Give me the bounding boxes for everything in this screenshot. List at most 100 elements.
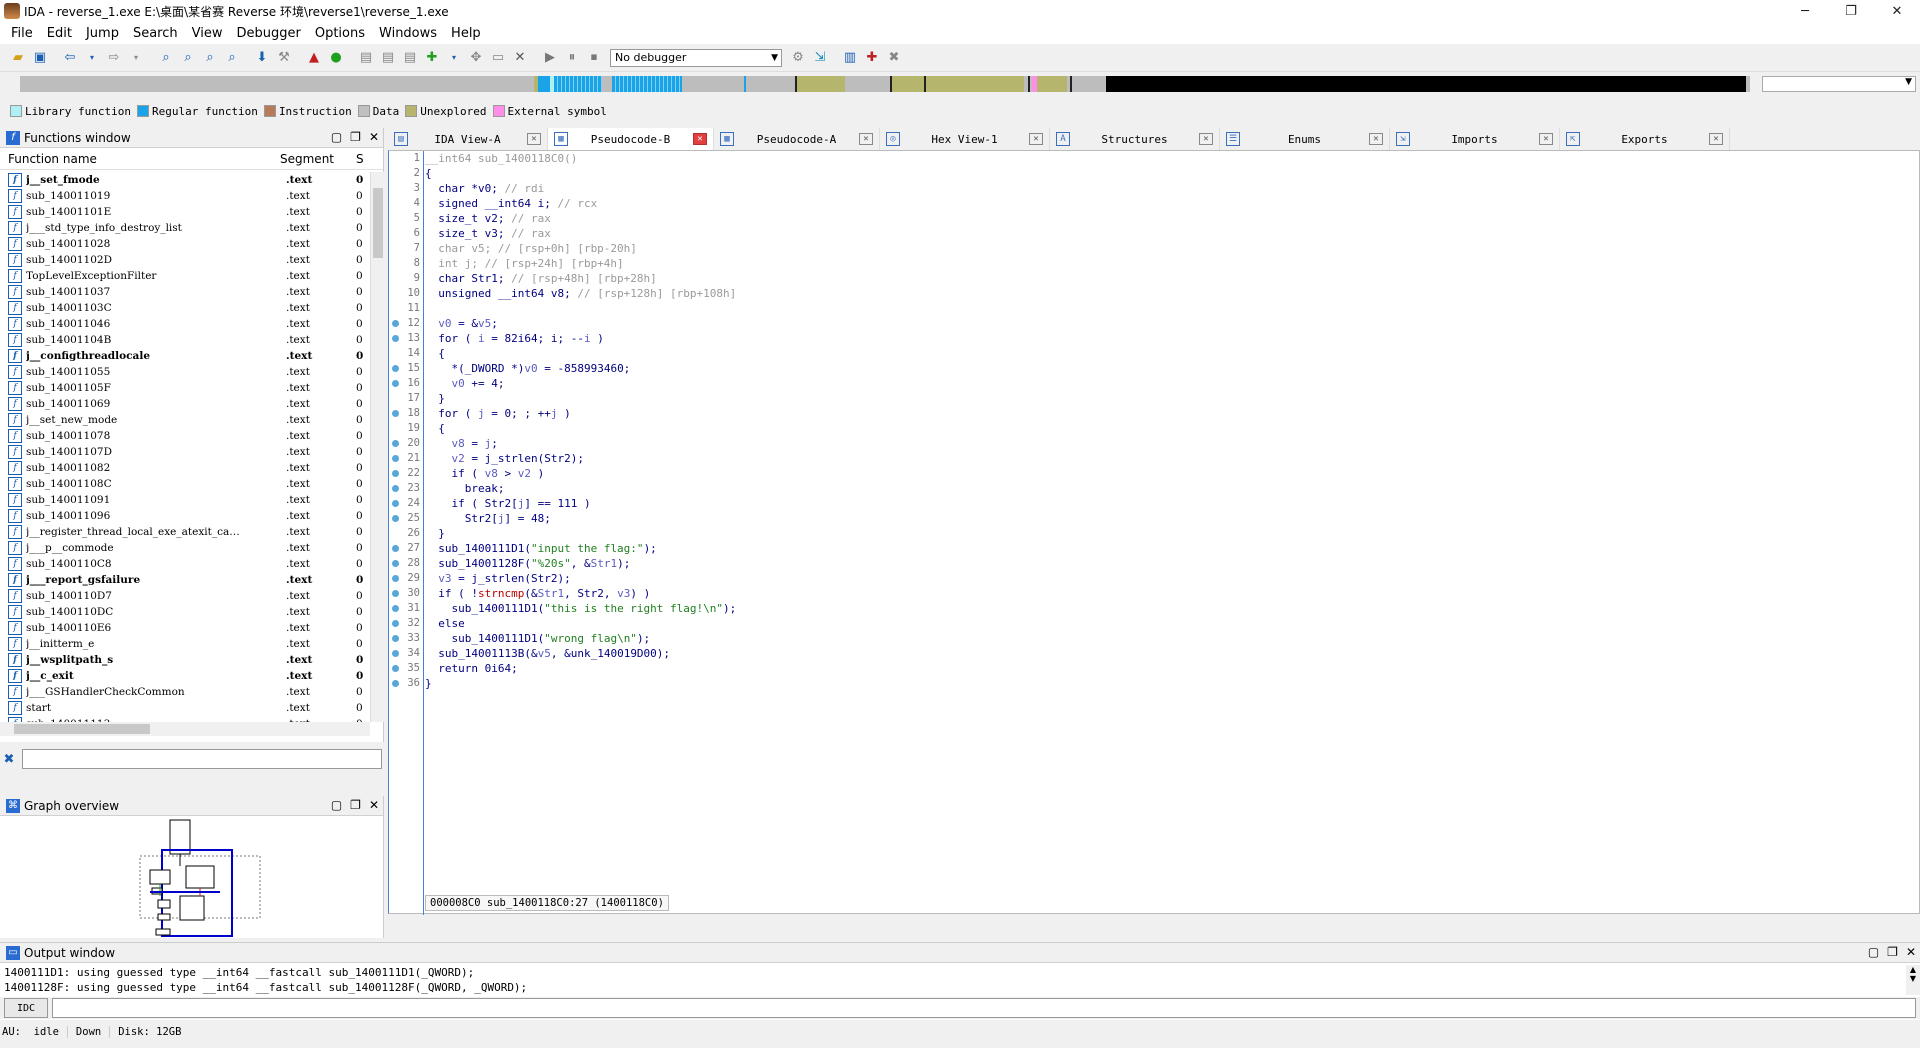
scrollbar-thumb[interactable] [373,188,383,258]
function-row[interactable]: f sub_14001107D .text 0 [0,444,370,460]
menu-file[interactable]: File [4,26,40,41]
code-line[interactable]: sub_14001128F("%20s", &Str1); [425,556,1905,571]
breakpoint-dot-icon[interactable] [392,365,399,372]
start-process-icon[interactable]: ▶ [540,48,560,68]
debug-tool-2-icon[interactable]: ⇲ [810,48,830,68]
functions-vertical-scrollbar[interactable] [370,172,384,722]
code-line[interactable]: { [425,346,1905,361]
function-row[interactable]: f sub_140011069 .text 0 [0,396,370,412]
code-line[interactable]: v8 = j; [425,436,1905,451]
debug-tool-1-icon[interactable]: ⚙ [788,48,808,68]
menu-debugger[interactable]: Debugger [229,26,307,41]
tool-4-icon[interactable]: ✚ [422,48,442,68]
function-row[interactable]: f sub_140011046 .text 0 [0,316,370,332]
code-line[interactable]: return 0i64; [425,661,1905,676]
tool-1-icon[interactable]: ▤ [356,48,376,68]
graph-icon[interactable]: ▲ [304,48,324,68]
tab-close-icon[interactable]: ✕ [1199,133,1213,145]
menu-jump[interactable]: Jump [79,26,126,41]
function-row[interactable]: f sub_14001104B .text 0 [0,332,370,348]
breakpoint-dot-icon[interactable] [392,620,399,627]
function-row[interactable]: f j__register_thread_local_exe_atexit_ca…… [0,524,370,540]
code-line[interactable]: char v5; // [rsp+0h] [rbp-20h] [425,241,1905,256]
code-line[interactable]: sub_14001113B(&v5, &unk_140019D00); [425,646,1905,661]
navigation-band[interactable] [20,76,1750,92]
code-line[interactable]: v3 = j_strlen(Str2); [425,571,1905,586]
function-row[interactable]: f sub_14001102D .text 0 [0,252,370,268]
code-line[interactable]: *(_DWORD *)v0 = -858993460; [425,361,1905,376]
patch-icon[interactable]: ⚒ [274,48,294,68]
code-line[interactable]: { [425,421,1905,436]
breakpoint-dot-icon[interactable] [392,575,399,582]
function-row[interactable]: f TopLevelExceptionFilter .text 0 [0,268,370,284]
functions-horizontal-scrollbar[interactable] [0,722,370,736]
menu-search[interactable]: Search [126,26,185,41]
panel-float-icon[interactable]: ❐ [1887,945,1898,959]
function-row[interactable]: f sub_140011019 .text 0 [0,188,370,204]
panel-close-icon[interactable]: ✕ [369,130,379,144]
tab-hex-view-1[interactable]: ◎ Hex View-1 ✕ [880,128,1050,150]
tab-exports[interactable]: ⇱ Exports ✕ [1560,128,1730,150]
tab-close-icon[interactable]: ✕ [527,133,541,145]
delete-x-icon[interactable]: ✕ [510,48,530,68]
code-line[interactable]: size_t v3; // rax [425,226,1905,241]
scrollbar-thumb[interactable] [14,724,150,734]
tab-structures[interactable]: A Structures ✕ [1050,128,1220,150]
code-line[interactable]: v2 = j_strlen(Str2); [425,451,1905,466]
back-dropdown-icon[interactable]: ▾ [82,48,102,68]
code-line[interactable]: for ( i = 82i64; i; --i ) [425,331,1905,346]
function-row[interactable]: f sub_140011078 .text 0 [0,428,370,444]
breakpoint-dot-icon[interactable] [392,635,399,642]
debugger-select[interactable]: No debugger ▼ [610,48,782,67]
tool-2-icon[interactable]: ▤ [378,48,398,68]
forward-dropdown-icon[interactable]: ▾ [126,48,146,68]
code-line[interactable]: } [425,676,1905,691]
breakpoint-dot-icon[interactable] [392,605,399,612]
add-breakpoint-icon[interactable]: ✚ [862,48,882,68]
breakpoint-dot-icon[interactable] [392,545,399,552]
code-line[interactable]: v0 += 4; [425,376,1905,391]
tab-close-icon[interactable]: ✕ [1029,133,1043,145]
idc-command-input[interactable] [52,998,1916,1018]
panel-minimize-icon[interactable]: ▢ [331,130,342,144]
breakpoint-dot-icon[interactable] [392,440,399,447]
breakpoint-dot-icon[interactable] [392,665,399,672]
function-row[interactable]: f j__set_new_mode .text 0 [0,412,370,428]
breakpoint-dot-icon[interactable] [392,320,399,327]
tab-close-icon[interactable]: ✕ [1369,133,1383,145]
breakpoint-dot-icon[interactable] [392,470,399,477]
search-text-icon[interactable]: ⌕ [178,48,198,68]
tab-close-icon[interactable]: ✕ [1539,133,1553,145]
function-row[interactable]: f j__configthreadlocale .text 0 [0,348,370,364]
panel-float-icon[interactable]: ❐ [350,130,361,144]
function-row[interactable]: f j__initterm_e .text 0 [0,636,370,652]
code-line[interactable]: } [425,526,1905,541]
stop-process-icon[interactable]: ⏹ [584,48,604,68]
function-row[interactable]: f sub_140011037 .text 0 [0,284,370,300]
breakpoint-dot-icon[interactable] [392,500,399,507]
breakpoint-dot-icon[interactable] [392,590,399,597]
function-row[interactable]: f j___GSHandlerCheckCommon .text 0 [0,684,370,700]
tab-ida-view-a[interactable]: ▤ IDA View-A ✕ [388,128,548,150]
code-line[interactable]: __int64 sub_1400118C0() [425,151,1905,166]
pseudocode-view[interactable]: 1 2 3 4 5 6 7 8 9 10 11 12 13 14 15 16 17 18 19 20 21 22 23 24 2… [388,150,1920,915]
code-line[interactable]: sub_1400111D1("wrong flag\n"); [425,631,1905,646]
menu-view[interactable]: View [185,26,230,41]
function-row[interactable]: f start .text 0 [0,700,370,716]
search-next-icon[interactable]: ⌕ [222,48,242,68]
search-binary-icon[interactable]: ⌕ [156,48,176,68]
tool-6-icon[interactable]: ▭ [488,48,508,68]
column-start[interactable]: S [356,152,364,166]
minimize-button[interactable]: ─ [1782,0,1828,22]
breakpoint-dot-icon[interactable] [392,335,399,342]
jump-down-arrow-icon[interactable]: ⬇ [252,48,272,68]
breakpoint-dot-icon[interactable] [392,515,399,522]
tab-close-icon[interactable]: ✕ [859,133,873,145]
idc-language-button[interactable]: IDC [4,998,48,1018]
panel-close-icon[interactable]: ✕ [369,798,379,812]
function-row[interactable]: f sub_14001103C .text 0 [0,300,370,316]
tool-4-dropdown-icon[interactable]: ▾ [444,48,464,68]
tab-pseudocode-b[interactable]: ▦ Pseudocode-B ✕ [548,128,714,150]
code-line[interactable]: if ( Str2[j] == 111 ) [425,496,1905,511]
code-line[interactable]: v0 = &v5; [425,316,1905,331]
